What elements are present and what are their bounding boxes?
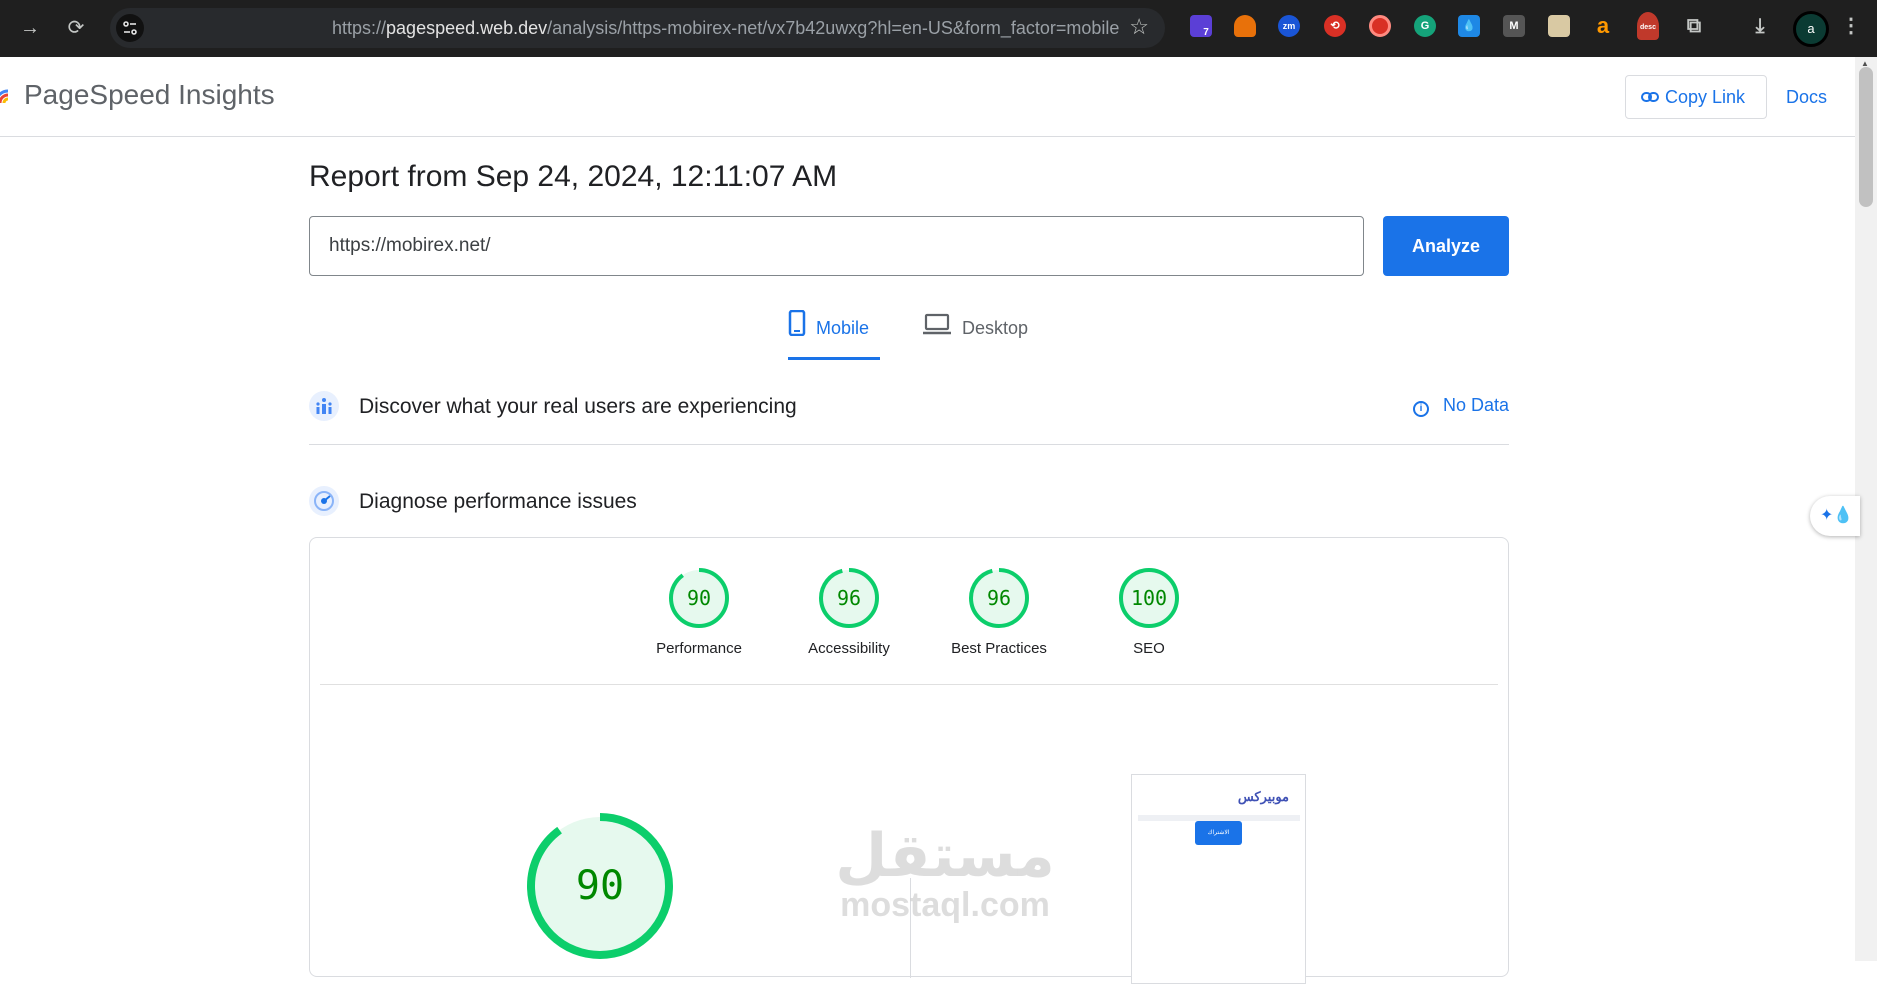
docs-link[interactable]: Docs bbox=[1786, 87, 1827, 108]
tab-desktop[interactable]: Desktop bbox=[922, 310, 1042, 360]
real-users-title: Discover what your real users are experi… bbox=[359, 395, 797, 418]
copy-link-button[interactable]: Copy Link bbox=[1625, 75, 1767, 119]
panel-divider bbox=[320, 684, 1498, 685]
main-performance-gauge: 90 bbox=[524, 810, 676, 967]
no-data-label: No Data bbox=[1442, 395, 1509, 415]
watermark-latin: mostaql.com bbox=[840, 886, 1050, 924]
bookmark-star-icon[interactable]: ☆ bbox=[1129, 14, 1149, 40]
app-title[interactable]: PageSpeed Insights bbox=[24, 79, 275, 111]
watermark-arabic: مستقل bbox=[835, 821, 1055, 891]
reload-icon[interactable]: ⟳ bbox=[60, 12, 92, 44]
mostaql-watermark: مستقل mostaql.com bbox=[820, 825, 1070, 923]
pagespeed-logo-icon bbox=[0, 89, 9, 104]
app-header: PageSpeed Insights Copy Link Docs bbox=[0, 57, 1855, 137]
tab-mobile[interactable]: Mobile bbox=[788, 310, 880, 360]
no-data-status[interactable]: i No Data bbox=[1412, 395, 1509, 417]
copy-link-label: Copy Link bbox=[1665, 87, 1746, 107]
score-gauge-seo[interactable]: 100 SEO bbox=[1074, 566, 1224, 657]
diagnose-target-icon bbox=[309, 486, 339, 516]
extension-drop-icon[interactable]: 💧 bbox=[1458, 15, 1480, 37]
score-label: Best Practices bbox=[951, 640, 1047, 657]
screenshot-site-title: موبيركس bbox=[1237, 789, 1289, 804]
score-gauge-best-practices[interactable]: 96 Best Practices bbox=[924, 566, 1074, 657]
url-text[interactable]: https://pagespeed.web.dev/analysis/https… bbox=[332, 18, 1119, 39]
profile-avatar[interactable]: a bbox=[1793, 11, 1829, 47]
download-icon[interactable]: ⤓ bbox=[1749, 15, 1771, 37]
score-gauge-accessibility[interactable]: 96 Accessibility bbox=[774, 566, 924, 657]
site-info-icon[interactable] bbox=[116, 14, 144, 42]
score-label: Performance bbox=[656, 640, 742, 657]
svg-text:96: 96 bbox=[837, 586, 861, 610]
extension-fox-icon[interactable] bbox=[1234, 15, 1256, 37]
extensions-puzzle-icon[interactable]: ⧉ bbox=[1683, 15, 1705, 37]
section-divider bbox=[309, 444, 1509, 445]
users-chart-icon bbox=[309, 391, 339, 421]
final-screenshot[interactable]: موبيركس الاشتراك bbox=[1131, 774, 1306, 984]
tab-desktop-label: Desktop bbox=[962, 318, 1029, 338]
extension-desc-icon[interactable]: desc bbox=[1637, 12, 1659, 40]
extension-sync-icon[interactable]: ⟲ bbox=[1324, 15, 1346, 37]
score-gauge-performance[interactable]: 90 Performance bbox=[624, 566, 774, 657]
extension-m-icon[interactable]: M bbox=[1503, 15, 1525, 37]
score-label: Accessibility bbox=[808, 640, 890, 657]
svg-text:90: 90 bbox=[687, 586, 711, 610]
diagnose-title: Diagnose performance issues bbox=[359, 490, 637, 513]
sparkle-drop-icon: ✦💧 bbox=[1820, 507, 1854, 524]
scroll-thumb[interactable] bbox=[1859, 67, 1873, 207]
svg-text:100: 100 bbox=[1131, 586, 1167, 610]
extension-zm-icon[interactable]: zm bbox=[1278, 15, 1300, 37]
url-input[interactable] bbox=[309, 216, 1364, 276]
extension-record-icon[interactable] bbox=[1369, 15, 1391, 37]
extension-amazon-icon[interactable]: a bbox=[1592, 15, 1614, 37]
link-icon bbox=[1641, 76, 1659, 118]
screenshot-button: الاشتراك bbox=[1195, 821, 1242, 845]
floating-sparkle-button[interactable]: ✦💧 bbox=[1810, 496, 1860, 536]
address-bar[interactable]: https://pagespeed.web.dev/analysis/https… bbox=[110, 8, 1165, 48]
diagnose-section: Diagnose performance issues bbox=[309, 486, 1509, 520]
info-icon: i bbox=[1412, 401, 1429, 417]
extension-badge-icon[interactable]: 7 bbox=[1190, 15, 1212, 38]
report-title: Report from Sep 24, 2024, 12:11:07 AM bbox=[309, 160, 838, 193]
browser-toolbar: → ⟳ https://pagespeed.web.dev/analysis/h… bbox=[0, 0, 1877, 57]
extension-map-icon[interactable] bbox=[1548, 15, 1570, 37]
tab-mobile-label: Mobile bbox=[816, 318, 870, 338]
menu-kebab-icon[interactable]: ⋮ bbox=[1840, 15, 1862, 37]
main-score-value: 90 bbox=[576, 863, 624, 909]
laptop-icon bbox=[922, 311, 952, 347]
real-users-section[interactable]: Discover what your real users are experi… bbox=[309, 391, 1509, 425]
forward-icon[interactable]: → bbox=[14, 12, 46, 44]
score-label: SEO bbox=[1133, 640, 1165, 657]
mobile-phone-icon bbox=[788, 310, 806, 348]
analyze-button[interactable]: Analyze bbox=[1383, 216, 1509, 276]
svg-text:96: 96 bbox=[987, 586, 1011, 610]
extension-grammarly-icon[interactable]: G bbox=[1414, 15, 1436, 37]
